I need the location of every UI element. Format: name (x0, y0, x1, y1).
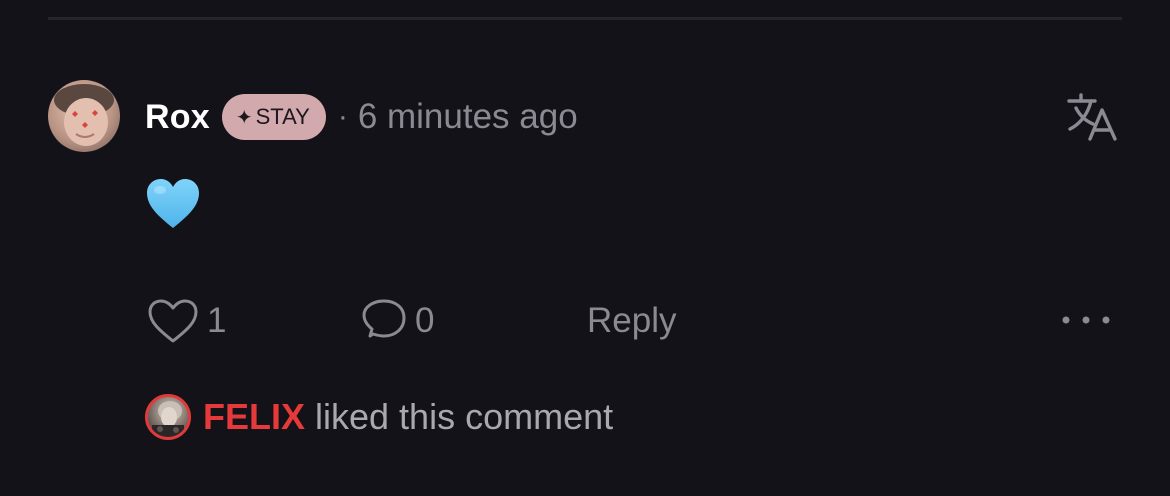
separator-dot: · (337, 100, 348, 133)
liker-avatar[interactable] (145, 394, 191, 440)
reply-button[interactable]: Reply (587, 296, 676, 346)
like-count: 1 (207, 301, 227, 340)
comment-header: Rox ✦ STAY · 6 minutes ago (145, 92, 578, 142)
timestamp: 6 minutes ago (357, 97, 578, 136)
divider (48, 17, 1122, 20)
translate-icon[interactable] (1066, 92, 1118, 142)
speech-bubble-icon (362, 299, 406, 338)
more-dots-icon[interactable] (1058, 300, 1114, 340)
like-button[interactable]: 1 (147, 296, 226, 346)
liked-by-text: liked this comment (315, 396, 614, 437)
badge-label: STAY (255, 104, 310, 129)
heart-outline-icon (148, 299, 198, 343)
liker-name[interactable]: FELIX (203, 396, 305, 438)
comment-count: 0 (415, 301, 435, 340)
comment-card: Rox ✦ STAY · 6 minutes ago 1 0 Reply FEL… (0, 0, 1170, 496)
fandom-badge[interactable]: ✦ STAY (221, 94, 326, 140)
liked-by-row: FELIX liked this comment (145, 391, 613, 443)
avatar[interactable] (48, 80, 120, 152)
comment-button[interactable]: 0 (361, 296, 434, 346)
username[interactable]: Rox (145, 98, 210, 137)
star-icon: ✦ (235, 106, 253, 129)
light-blue-heart-emoji (146, 178, 200, 230)
